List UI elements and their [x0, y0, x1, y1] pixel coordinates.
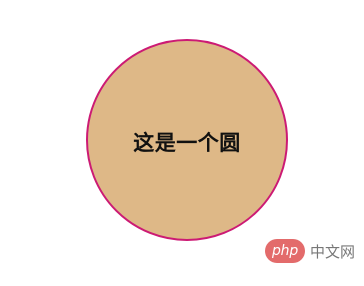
watermark-site-text: 中文网	[310, 242, 356, 261]
circle-shape: 这是一个圆	[86, 39, 288, 241]
watermark: php 中文网	[265, 239, 355, 263]
canvas: 这是一个圆 php 中文网	[0, 0, 364, 286]
circle-label: 这是一个圆	[133, 131, 241, 155]
watermark-logo-text: php	[271, 243, 299, 259]
php-logo-icon: php	[265, 239, 305, 263]
